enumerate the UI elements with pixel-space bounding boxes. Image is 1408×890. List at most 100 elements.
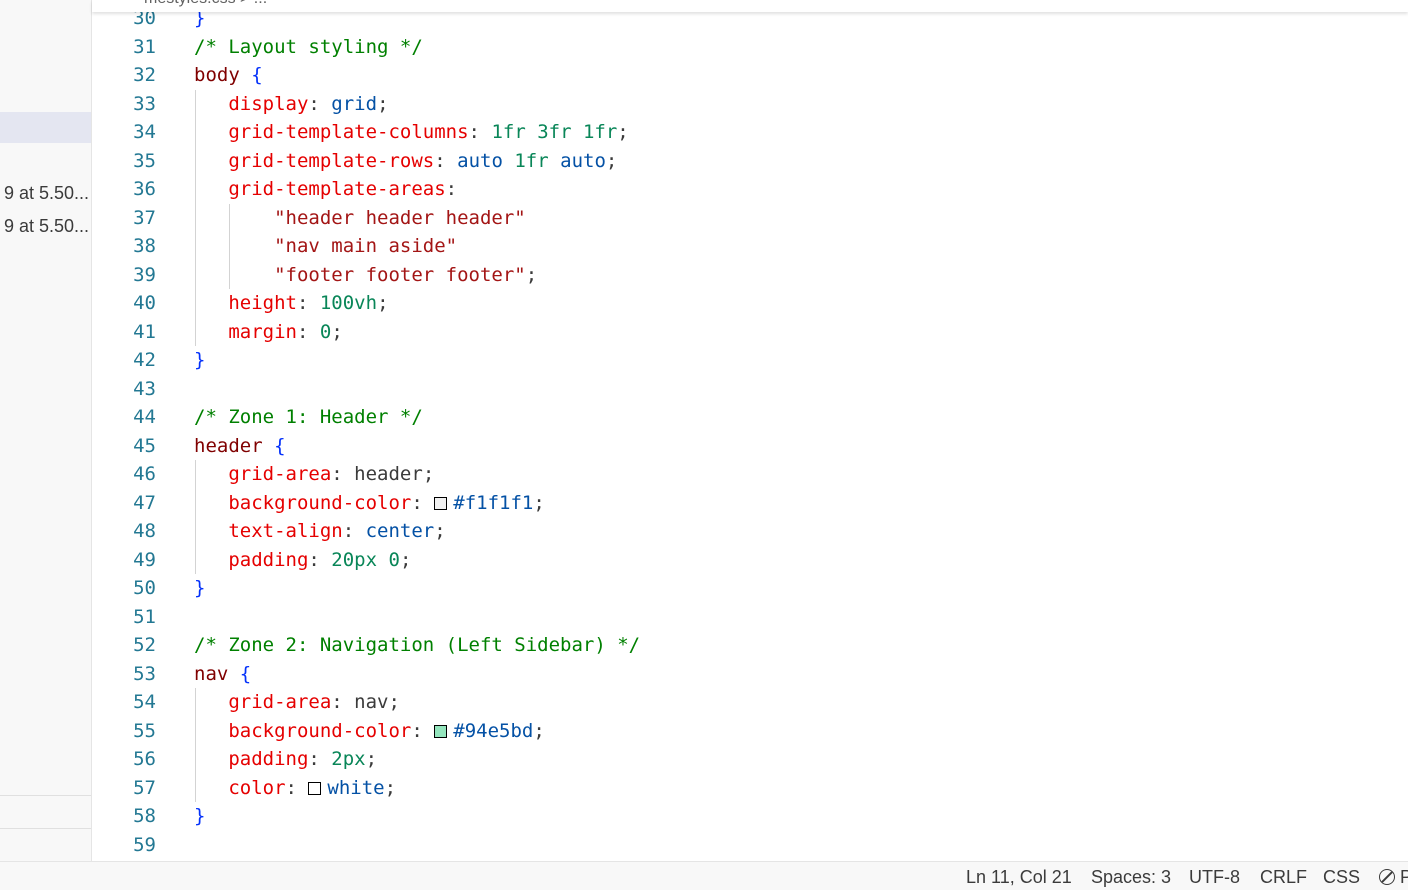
code-line[interactable]: 53 nav { [92,660,1408,689]
code-token: ; [388,691,400,713]
code-token: display [228,92,309,115]
status-language-mode[interactable]: CSS [1323,867,1360,888]
line-number: 53 [133,662,156,685]
sidebar-file-item[interactable]: 9 at 5.50... [4,183,89,204]
line-code: nav { [194,660,251,689]
code-line[interactable]: 44 /* Zone 1: Header */ [92,403,1408,432]
line-code: background-color: #94e5bd; [194,717,544,746]
code-line[interactable]: 48 text-align: center; [92,517,1408,546]
code-line[interactable]: 54 grid-area: nav; [92,688,1408,717]
sidebar-file-item[interactable]: 9 at 5.50... [4,216,89,237]
code-token: } [194,805,206,827]
code-line[interactable]: 32 body { [92,61,1408,90]
code-token: grid-area [228,463,332,485]
line-number: 45 [133,434,156,457]
line-code: header { [194,432,286,461]
code-token: } [194,349,206,371]
code-token: : [331,691,355,713]
code-line[interactable]: 49 padding: 20px 0; [92,546,1408,575]
code-token: margin [228,320,297,343]
code-line[interactable]: 39 "footer footer footer"; [92,261,1408,290]
code-editor[interactable]: 30} 31/* Layout styling */32 body {33 disp… [92,0,1408,861]
color-swatch-icon[interactable] [434,496,448,510]
line-code: grid-area: header; [194,460,434,489]
code-line[interactable]: 38 "nav main aside" [92,232,1408,261]
line-number: 57 [133,776,156,799]
color-swatch-icon[interactable] [434,724,448,738]
code-line[interactable]: 42} [92,346,1408,375]
code-line[interactable]: 50} [92,574,1408,603]
breadcrumb-path[interactable]: mestyles.css > ... [144,0,267,8]
code-token: center [365,520,435,542]
code-line[interactable]: 36 grid-template-areas: [92,175,1408,204]
code-line[interactable]: 46 grid-area: header; [92,460,1408,489]
code-token: header [354,463,423,485]
code-token: : [411,719,435,742]
code-token: padding [228,748,309,770]
line-number: 50 [133,577,156,599]
code-line[interactable]: 47 background-color: #f1f1f1; [92,489,1408,518]
code-line[interactable]: 58} [92,802,1408,831]
line-code: color: white; [194,774,396,803]
line-number: 31 [133,35,156,58]
line-number: 52 [133,634,156,656]
sidebar-selected-item[interactable] [0,112,91,143]
code-line[interactable]: 41 margin: 0; [92,318,1408,347]
code-line[interactable]: 51 [92,603,1408,632]
code-line[interactable]: 55 background-color: #94e5bd; [92,717,1408,746]
line-code: body { [194,61,263,90]
explorer-sidebar: 9 at 5.50... 9 at 5.50... [0,0,92,861]
code-token: : [308,92,332,115]
code-line[interactable]: 37 "header header header" [92,204,1408,233]
no-problems-icon[interactable] [1379,869,1395,885]
code-line[interactable]: 56 padding: 2px; [92,745,1408,774]
code-token: "header header header" [274,206,526,229]
sidebar-divider [0,828,91,829]
code-line[interactable]: 33 display: grid; [92,90,1408,119]
color-swatch-icon[interactable] [308,781,322,795]
breadcrumb[interactable]: mestyles.css > ... [92,0,1408,12]
code-token: ; [377,92,389,115]
status-cursor-position[interactable]: Ln 11, Col 21 [966,867,1072,888]
line-number: 40 [133,292,156,314]
status-line-ending[interactable]: CRLF [1260,867,1307,888]
code-token: ; [525,263,538,286]
code-token: ; [331,320,343,343]
code-line[interactable]: 34 grid-template-columns: 1fr 3fr 1fr; [92,118,1408,147]
code-line[interactable]: 40 height: 100vh; [92,289,1408,318]
line-number: 35 [133,149,156,172]
line-number: 36 [133,178,156,200]
code-token: { [239,662,252,685]
code-token: /* Zone 2: Navigation (Left Sidebar) */ [194,634,641,656]
line-code: padding: 20px 0; [194,546,411,575]
code-token: ; [422,463,435,485]
code-token: nav [354,691,389,713]
status-trailing-label[interactable]: P [1400,867,1408,888]
code-token: auto [560,149,606,172]
status-indentation[interactable]: Spaces: 3 [1091,867,1171,888]
code-line[interactable]: 59 [92,831,1408,860]
code-line[interactable]: 52 /* Zone 2: Navigation (Left Sidebar) *… [92,631,1408,660]
code-token: body [194,64,240,86]
status-encoding[interactable]: UTF-8 [1189,867,1240,888]
code-line[interactable]: 57 color: white; [92,774,1408,803]
line-code: grid-template-areas: [194,175,457,204]
line-code: height: 100vh; [194,289,388,318]
code-token: ; [365,748,378,770]
code-line[interactable]: 45 header { [92,432,1408,461]
code-line[interactable]: 43 [92,375,1408,404]
code-line[interactable]: 31 /* Layout styling */ [92,33,1408,62]
code-token: background-color [228,719,412,742]
code-line[interactable]: 35 grid-template-rows: auto 1fr auto; [92,147,1408,176]
line-number: 34 [133,121,156,143]
line-code: } [194,574,205,603]
